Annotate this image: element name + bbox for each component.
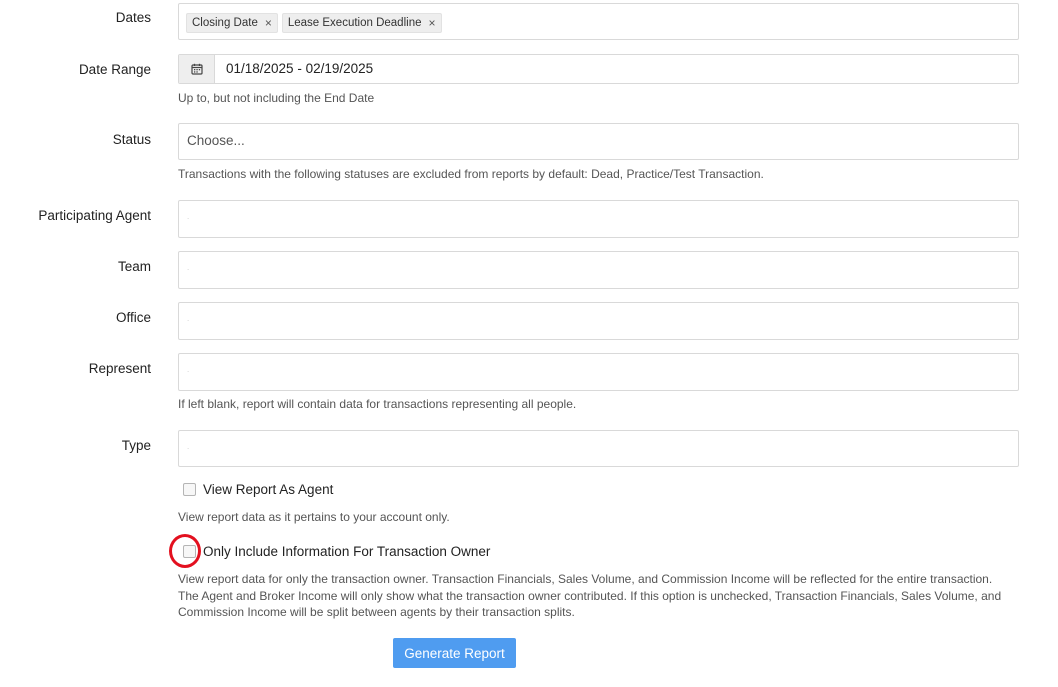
input-cursor: . xyxy=(187,212,190,221)
office-select[interactable]: . xyxy=(178,302,1019,340)
status-label: Status xyxy=(112,132,151,147)
generate-report-button[interactable]: Generate Report xyxy=(393,638,516,668)
dates-label: Dates xyxy=(115,10,151,25)
date-range-value: 01/18/2025 - 02/19/2025 xyxy=(226,61,374,76)
owner-only-help: View report data for only the transactio… xyxy=(178,571,1038,621)
view-as-agent-checkbox[interactable] xyxy=(183,483,196,496)
highlight-circle xyxy=(169,534,201,568)
view-as-agent-help: View report data as it pertains to your … xyxy=(178,510,450,524)
calendar-button[interactable] xyxy=(179,55,215,83)
tag-label: Lease Execution Deadline xyxy=(287,17,422,29)
input-cursor: . xyxy=(187,442,190,451)
date-range-help: Up to, but not including the End Date xyxy=(178,91,375,105)
status-help: Transactions with the following statuses… xyxy=(178,167,764,181)
dates-tag-list: Closing Date × Lease Execution Deadline … xyxy=(186,13,446,33)
calendar-icon xyxy=(190,63,203,75)
status-placeholder: Choose... xyxy=(187,133,245,148)
team-select[interactable]: . xyxy=(178,251,1019,289)
owner-only-help-line: Commission Income will be split between … xyxy=(178,605,575,619)
tag-remove-icon[interactable]: × xyxy=(265,16,272,30)
office-label: Office xyxy=(115,310,151,325)
view-as-agent-label[interactable]: View Report As Agent xyxy=(203,482,333,497)
team-label: Team xyxy=(117,259,151,274)
participating-agent-select[interactable]: . xyxy=(178,200,1019,238)
tag-label: Closing Date xyxy=(192,17,258,29)
input-cursor: . xyxy=(187,314,190,323)
owner-only-label[interactable]: Only Include Information For Transaction… xyxy=(203,544,490,559)
participating-agent-label: Participating Agent xyxy=(38,208,151,223)
tag-closing-date: Closing Date × xyxy=(186,13,278,33)
owner-only-help-line: View report data for only the transactio… xyxy=(178,572,993,586)
owner-only-help-line: The Agent and Broker Income will only sh… xyxy=(178,588,1002,603)
status-select[interactable]: Choose... xyxy=(178,123,1019,160)
represent-label: Represent xyxy=(88,361,151,376)
type-label: Type xyxy=(121,438,151,453)
input-cursor: . xyxy=(187,365,190,374)
tag-remove-icon[interactable]: × xyxy=(428,16,435,30)
represent-select[interactable]: . xyxy=(178,353,1019,391)
input-cursor: . xyxy=(187,263,190,272)
date-range-input[interactable]: 01/18/2025 - 02/19/2025 xyxy=(178,54,1019,84)
type-select[interactable]: . xyxy=(178,430,1019,467)
date-range-label: Date Range xyxy=(78,62,151,77)
dates-multiselect[interactable]: Closing Date × Lease Execution Deadline … xyxy=(178,3,1019,40)
tag-lease-execution-deadline: Lease Execution Deadline × xyxy=(281,13,442,33)
represent-help: If left blank, report will contain data … xyxy=(178,397,577,411)
